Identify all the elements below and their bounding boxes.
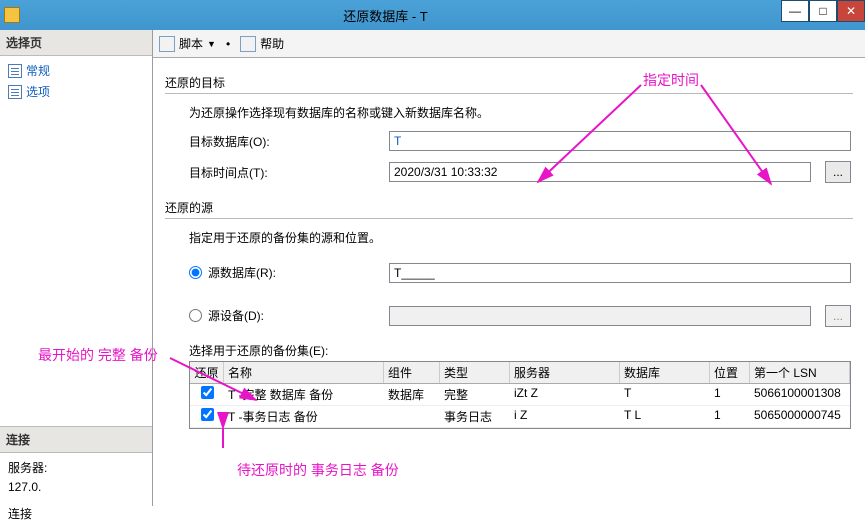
maximize-button[interactable]: □ bbox=[809, 0, 837, 22]
target-db-input[interactable] bbox=[389, 131, 851, 151]
chevron-down-icon: ▼ bbox=[207, 39, 216, 49]
col-type[interactable]: 类型 bbox=[440, 362, 510, 383]
row-checkbox[interactable] bbox=[201, 408, 214, 421]
help-icon bbox=[240, 36, 256, 52]
app-icon bbox=[4, 7, 20, 23]
titlebar: 还原数据库 - T — □ ✕ bbox=[0, 0, 865, 30]
content: 脚本 ▼ • 帮助 还原的目标 为还原操作选择现有数据库的名称或键入新数据库名称… bbox=[153, 30, 865, 506]
window-title: 还原数据库 - T bbox=[26, 6, 865, 25]
source-desc: 指定用于还原的备份集的源和位置。 bbox=[189, 229, 865, 246]
device-browse-button: ... bbox=[825, 305, 851, 327]
target-time-label: 目标时间点(T): bbox=[189, 164, 389, 181]
col-component[interactable]: 组件 bbox=[384, 362, 440, 383]
sidebar-item-general[interactable]: 常规 bbox=[0, 60, 152, 81]
grid-header: 还原 名称 组件 类型 服务器 数据库 位置 第一个 LSN bbox=[190, 362, 850, 384]
col-lsn[interactable]: 第一个 LSN bbox=[750, 362, 850, 383]
conn-label: 连接 bbox=[8, 505, 144, 524]
source-db-radio[interactable] bbox=[189, 266, 202, 279]
connection-header: 连接 bbox=[0, 426, 152, 453]
close-button[interactable]: ✕ bbox=[837, 0, 865, 22]
help-button[interactable]: 帮助 bbox=[240, 35, 284, 52]
backup-grid: 还原 名称 组件 类型 服务器 数据库 位置 第一个 LSN T -完整 数据库… bbox=[189, 361, 851, 429]
separator: • bbox=[226, 37, 230, 51]
grid-label: 选择用于还原的备份集(E): bbox=[189, 342, 865, 359]
toolbar: 脚本 ▼ • 帮助 bbox=[153, 30, 865, 58]
table-row[interactable]: T -完整 数据库 备份 数据库 完整 iZt Z T 1 5066100001… bbox=[190, 384, 850, 406]
page-icon bbox=[8, 85, 22, 99]
col-position[interactable]: 位置 bbox=[710, 362, 750, 383]
col-name[interactable]: 名称 bbox=[224, 362, 384, 383]
source-db-input[interactable] bbox=[389, 263, 851, 283]
time-browse-button[interactable]: ... bbox=[825, 161, 851, 183]
script-icon bbox=[159, 36, 175, 52]
minimize-button[interactable]: — bbox=[781, 0, 809, 22]
sidebar-item-options[interactable]: 选项 bbox=[0, 81, 152, 102]
col-database[interactable]: 数据库 bbox=[620, 362, 710, 383]
server-value: 127.0. bbox=[8, 478, 144, 497]
table-row[interactable]: T -事务日志 备份 事务日志 i Z T L 1 5065000000745 bbox=[190, 406, 850, 428]
sidebar-header: 选择页 bbox=[0, 30, 152, 56]
source-device-input bbox=[389, 306, 811, 326]
page-icon bbox=[8, 64, 22, 78]
source-device-label: 源设备(D): bbox=[208, 307, 264, 324]
annotation-log: 待还原时的 事务日志 备份 bbox=[237, 460, 399, 480]
script-button[interactable]: 脚本 ▼ bbox=[159, 35, 216, 52]
source-db-label: 源数据库(R): bbox=[208, 264, 276, 281]
connection-body: 服务器: 127.0. 连接 bbox=[0, 453, 152, 531]
col-server[interactable]: 服务器 bbox=[510, 362, 620, 383]
source-device-radio[interactable] bbox=[189, 309, 202, 322]
row-checkbox[interactable] bbox=[201, 386, 214, 399]
window-buttons: — □ ✕ bbox=[781, 0, 865, 22]
help-label: 帮助 bbox=[260, 35, 284, 52]
server-label: 服务器: bbox=[8, 459, 144, 478]
source-section-label: 还原的源 bbox=[165, 199, 865, 216]
sidebar-item-label: 选项 bbox=[26, 83, 50, 100]
target-time-input[interactable] bbox=[389, 162, 811, 182]
target-desc: 为还原操作选择现有数据库的名称或键入新数据库名称。 bbox=[189, 104, 865, 121]
target-section-label: 还原的目标 bbox=[165, 74, 865, 91]
sidebar-item-label: 常规 bbox=[26, 62, 50, 79]
script-label: 脚本 bbox=[179, 35, 203, 52]
sidebar: 选择页 常规 选项 连接 服务器: 127.0. 连接 bbox=[0, 30, 153, 506]
col-restore[interactable]: 还原 bbox=[190, 362, 224, 383]
target-db-label: 目标数据库(O): bbox=[189, 133, 389, 150]
